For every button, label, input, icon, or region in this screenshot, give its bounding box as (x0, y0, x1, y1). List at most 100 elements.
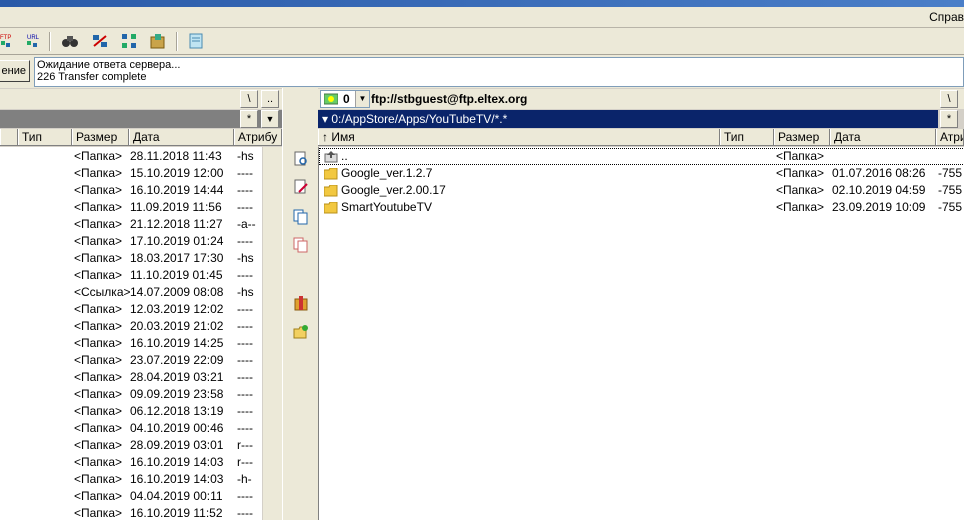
table-row[interactable]: Google_ver.1.2.7 <Папка> 01.07.2016 08:26-… (319, 165, 964, 182)
chevron-down-icon[interactable]: ▼ (355, 91, 369, 107)
table-row[interactable]: <Папка> 12.03.2019 12:02 ---- (0, 301, 282, 318)
right-filter-button[interactable]: * (940, 110, 958, 128)
right-filter-path[interactable]: ▾ 0:/AppStore/Apps/YouTubeTV/*.* (318, 110, 938, 128)
table-row[interactable]: <Папка> 04.10.2019 00:46 ---- (0, 420, 282, 437)
cell-date: 14.07.2009 08:08 (130, 285, 224, 299)
cell-date: 28.11.2018 11:43 (130, 149, 222, 163)
table-row[interactable]: <Папка> 18.03.2017 17:30 -hs (0, 250, 282, 267)
col-name[interactable] (0, 129, 18, 145)
table-row[interactable]: <Папка> 16.10.2019 14:44 ---- (0, 182, 282, 199)
cell-size: <Папка> (74, 251, 122, 265)
table-row[interactable]: <Папка> 20.03.2019 21:02 ---- (0, 318, 282, 335)
col-attr[interactable]: Атри (936, 129, 964, 145)
cell-size: <Папка> (74, 421, 122, 435)
drive-select[interactable]: 0 ▼ (320, 90, 370, 108)
right-root-button[interactable]: \ (940, 90, 958, 108)
cell-size: <Папка> (74, 438, 122, 452)
copy-file-icon[interactable] (292, 208, 310, 226)
view-file-icon[interactable] (292, 150, 310, 168)
ftp-connect-icon[interactable]: FTP (0, 31, 14, 51)
left-path-bar: \ .. (0, 89, 282, 109)
cell-attr: r--- (237, 455, 253, 469)
table-row[interactable]: <Папка> 06.12.2018 13:19 ---- (0, 403, 282, 420)
menu-help[interactable]: Справ (929, 10, 964, 24)
cell-attr: ---- (237, 387, 253, 401)
connection-button[interactable]: ение (0, 60, 30, 82)
cell-date: 04.10.2019 00:46 (130, 421, 224, 435)
table-row[interactable]: <Папка> 28.11.2018 11:43 -hs (0, 148, 282, 165)
cell-date: 11.09.2019 11:56 (130, 200, 222, 214)
left-root-button[interactable]: \ (240, 90, 258, 108)
right-path-bar: 0 ▼ ftp://stbguest@ftp.eltex.org \ (318, 89, 964, 109)
table-row[interactable]: <Папка> 11.10.2019 01:45 ---- (0, 267, 282, 284)
cell-size: <Папка> (74, 149, 122, 163)
table-row[interactable]: <Папка> 16.10.2019 14:25 ---- (0, 335, 282, 352)
col-type[interactable]: Тип (18, 129, 72, 145)
cell-size: <Папка> (776, 200, 824, 214)
edit-file-icon[interactable] (292, 178, 310, 196)
cell-attr: -h- (237, 472, 252, 486)
table-row[interactable]: <Папка> 16.10.2019 14:03 -h- (0, 471, 282, 488)
table-row[interactable]: <Папка> 28.04.2019 03:21 ---- (0, 369, 282, 386)
search-icon[interactable] (60, 31, 80, 51)
col-date[interactable]: Дата (129, 129, 234, 145)
table-row[interactable]: <Папка> 16.10.2019 14:03 r--- (0, 454, 282, 471)
cell-name: Google_ver.2.00.17 (341, 183, 446, 197)
cell-date: 04.04.2019 00:11 (130, 489, 223, 503)
col-type[interactable]: Тип (720, 129, 774, 145)
col-attr[interactable]: Атрибу (234, 129, 282, 145)
table-row[interactable]: <Папка> 15.10.2019 12:00 ---- (0, 165, 282, 182)
col-size[interactable]: Размер (774, 129, 830, 145)
cell-attr: ---- (237, 166, 253, 180)
cell-attr: ---- (237, 234, 253, 248)
table-row[interactable]: <Ссылка> 14.07.2009 08:08 -hs (0, 284, 282, 301)
cell-date: 28.04.2019 03:21 (130, 370, 224, 384)
url-connect-icon[interactable]: URL (23, 31, 43, 51)
col-date[interactable]: Дата (830, 129, 936, 145)
cell-date: 23.07.2019 22:09 (130, 353, 224, 367)
cell-attr: -hs (237, 285, 254, 299)
cell-size: <Папка> (74, 166, 122, 180)
cell-attr: ---- (237, 183, 253, 197)
left-filter-button[interactable]: * (240, 110, 258, 128)
tree-icon[interactable] (119, 31, 139, 51)
left-file-list: <Папка> 28.11.2018 11:43 -hs <Папка> 15.10.2… (0, 147, 282, 520)
cell-size: <Папка> (74, 183, 122, 197)
table-row[interactable]: <Папка> 23.07.2019 22:09 ---- (0, 352, 282, 369)
table-row[interactable]: <Папка> 09.09.2019 23:58 ---- (0, 386, 282, 403)
folder-icon (324, 168, 338, 180)
sync-icon[interactable] (90, 31, 110, 51)
drive-letter: 0 (343, 92, 350, 106)
cell-date: 16.10.2019 14:25 (130, 336, 224, 350)
cell-attr: ---- (237, 319, 253, 333)
table-row[interactable]: SmartYoutubeTV <Папка> 23.09.2019 10:09 -75… (319, 199, 964, 216)
left-history-button[interactable]: ▼ (261, 110, 279, 128)
table-row[interactable]: <Папка> 04.04.2019 00:11 ---- (0, 488, 282, 505)
cell-attr: ---- (237, 336, 253, 350)
table-row[interactable]: Google_ver.2.00.17 <Папка> 02.10.2019 04:5… (319, 182, 964, 199)
table-row[interactable]: .. <Папка> (319, 148, 964, 165)
cell-date: 16.10.2019 14:03 (130, 472, 224, 486)
cell-date: 06.12.2018 13:19 (130, 404, 224, 418)
left-up-button[interactable]: .. (261, 90, 279, 108)
table-row[interactable]: <Папка> 11.09.2019 11:56 ---- (0, 199, 282, 216)
toolbar: FTP URL (0, 28, 964, 55)
left-scrollbar[interactable] (262, 147, 282, 520)
pack-icon[interactable] (148, 31, 168, 51)
cell-attr: ---- (237, 200, 253, 214)
col-name[interactable]: ↑ Имя (318, 129, 720, 145)
cell-date: 16.10.2019 14:44 (130, 183, 224, 197)
move-file-icon[interactable] (292, 236, 310, 254)
table-row[interactable]: <Папка> 17.10.2019 01:24 ---- (0, 233, 282, 250)
cell-date: 12.03.2019 12:02 (130, 302, 224, 316)
pack-files-icon[interactable] (292, 294, 310, 312)
new-folder-icon[interactable] (292, 323, 310, 341)
cell-size: <Папка> (776, 166, 824, 180)
notepad-icon[interactable] (186, 31, 206, 51)
col-size[interactable]: Размер (72, 129, 129, 145)
cell-name: SmartYoutubeTV (341, 200, 432, 214)
table-row[interactable]: <Папка> 16.10.2019 11:52 ---- (0, 505, 282, 520)
cell-size: <Папка> (74, 353, 122, 367)
table-row[interactable]: <Папка> 28.09.2019 03:01 r--- (0, 437, 282, 454)
table-row[interactable]: <Папка> 21.12.2018 11:27 -a-- (0, 216, 282, 233)
